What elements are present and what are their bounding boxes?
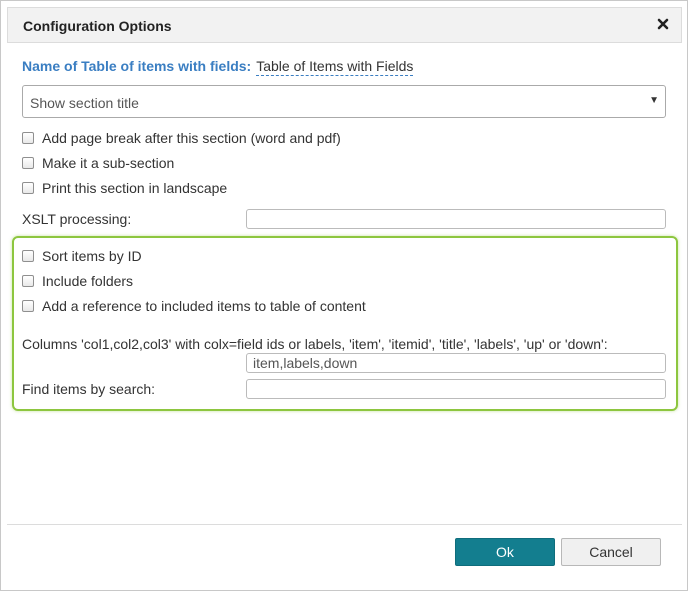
dialog-titlebar: Configuration Options: [7, 7, 682, 43]
sort-by-id-label: Sort items by ID: [42, 248, 142, 264]
page-break-checkbox[interactable]: [22, 132, 34, 144]
columns-label: Columns 'col1,col2,col3' with colx=field…: [22, 336, 608, 352]
toc-reference-label: Add a reference to included items to tab…: [42, 298, 366, 314]
xslt-input[interactable]: [246, 209, 666, 229]
section-title-selected: Show section title: [30, 95, 139, 111]
configuration-dialog: Configuration Options Name of Table of i…: [0, 0, 688, 591]
ok-button[interactable]: Ok: [455, 538, 555, 566]
landscape-label: Print this section in landscape: [42, 180, 228, 196]
search-label: Find items by search:: [22, 381, 156, 397]
table-name-value[interactable]: Table of Items with Fields: [256, 58, 414, 76]
search-input[interactable]: [246, 379, 666, 399]
sub-section-checkbox[interactable]: [22, 157, 34, 169]
dropdown-arrow-icon: ▼: [649, 95, 659, 106]
table-name-heading: Name of Table of items with fields: Table…: [22, 58, 414, 76]
toc-reference-checkbox[interactable]: [22, 300, 34, 312]
page-break-label: Add page break after this section (word …: [42, 130, 341, 146]
dialog-title: Configuration Options: [23, 18, 172, 34]
table-name-label: Name of Table of items with fields:: [22, 58, 252, 74]
cancel-button[interactable]: Cancel: [561, 538, 661, 566]
footer-divider: [7, 524, 682, 525]
section-title-select[interactable]: Show section title ▼: [22, 85, 666, 118]
include-folders-label: Include folders: [42, 273, 134, 289]
landscape-checkbox[interactable]: [22, 182, 34, 194]
xslt-label: XSLT processing:: [22, 211, 132, 227]
columns-input[interactable]: [246, 353, 666, 373]
sub-section-label: Make it a sub-section: [42, 155, 175, 171]
include-folders-checkbox[interactable]: [22, 275, 34, 287]
sort-by-id-checkbox[interactable]: [22, 250, 34, 262]
close-icon[interactable]: [655, 16, 671, 32]
